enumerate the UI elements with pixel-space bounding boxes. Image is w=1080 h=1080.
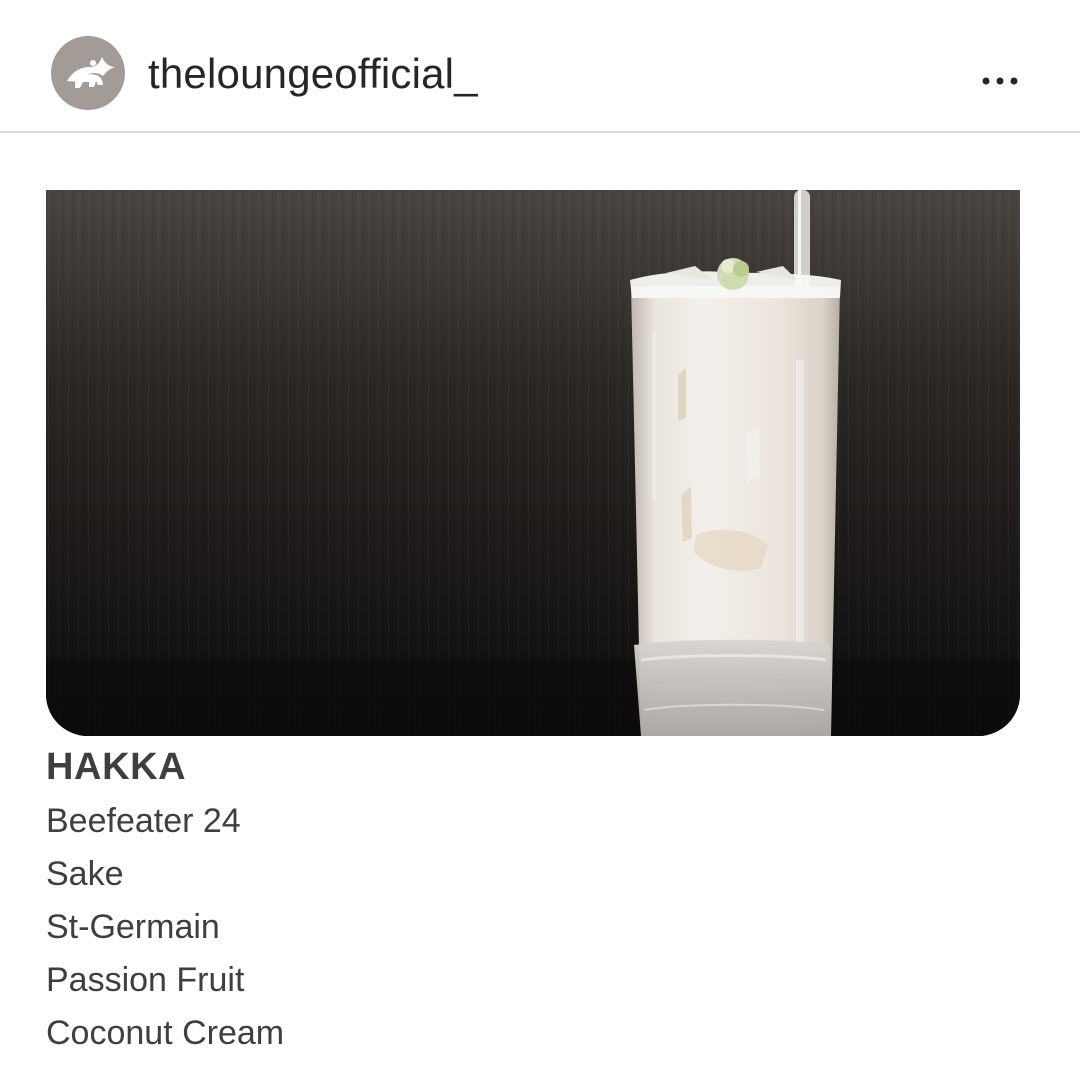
avatar[interactable] xyxy=(51,36,125,110)
list-item: Beefeater 24 xyxy=(46,802,241,840)
more-horizontal-icon xyxy=(982,77,1018,85)
more-options-button[interactable] xyxy=(970,58,1030,98)
winged-lion-logo-icon xyxy=(67,57,115,88)
instagram-post-screen: theloungeofficial_ HAKKA Beefeater 24 Sa… xyxy=(0,0,1080,1080)
list-item: Passion Fruit xyxy=(46,961,245,999)
post-caption: HAKKA Beefeater 24 Sake St-Germain Passi… xyxy=(46,742,946,1060)
post-image[interactable] xyxy=(46,190,1020,736)
list-item: St-Germain xyxy=(46,908,220,946)
cocktail-photo xyxy=(46,190,1020,736)
list-item: Sake xyxy=(46,855,124,893)
post-header: theloungeofficial_ xyxy=(0,0,1080,133)
drink-name: HAKKA xyxy=(46,746,187,788)
list-item: Coconut Cream xyxy=(46,1014,285,1052)
ingredient-list: Beefeater 24 Sake St-Germain Passion Fru… xyxy=(46,795,946,1060)
username[interactable]: theloungeofficial_ xyxy=(148,48,478,100)
